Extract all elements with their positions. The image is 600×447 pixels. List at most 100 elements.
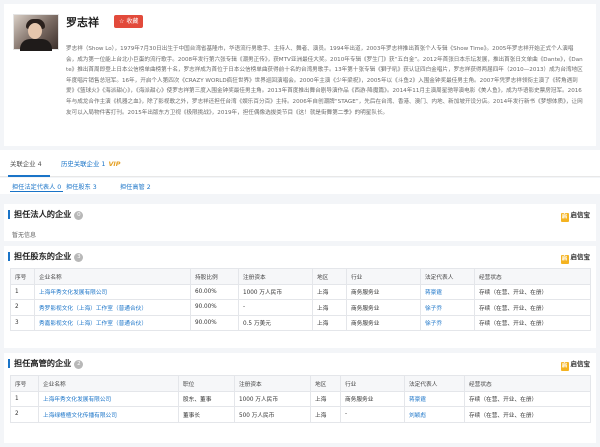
section-header: 担任高管的企业 2 启启信宝 [4,353,596,373]
region: 上海 [310,390,341,407]
region: 上海 [312,283,347,300]
active-tab-indicator [8,175,50,177]
person-bio: 罗志祥（Show Lo），1979年7月30日出生于中国台湾省基隆市，华语流行男… [66,46,583,116]
column-header: 职位 [178,375,235,392]
table-header-row: 序号 企业名称 持股比例 注册资本 地区 行业 法定代表人 经营状态 [10,268,591,285]
tab-history-companies[interactable]: 历史关联企业 1 VIP [61,159,120,168]
count-badge: 2 [74,360,84,369]
region: 上海 [312,299,347,316]
vip-badge: VIP [108,160,121,168]
column-header: 序号 [10,268,35,285]
count-badge: 0 [74,211,84,220]
executive-section: 担任高管的企业 2 启启信宝 序号 企业名称 职位 注册资本 地区 行业 法定代表… [4,353,596,443]
share-ratio: 60.00% [190,283,239,300]
row-index: 2 [10,299,35,316]
tab-related-companies[interactable]: 关联企业 4 [10,159,42,168]
legal-rep-link[interactable]: 蒋豪霆 [404,390,465,407]
legal-rep-link[interactable]: 徐子乔 [420,299,475,316]
industry: 商务服务业 [346,299,421,316]
table-row: 3 秀嘉影视文化（上海）工作室（普通合伙） 90.00% 0.5 万美元 上海 … [10,314,591,331]
column-header: 行业 [346,268,421,285]
share-ratio: 90.00% [190,299,239,316]
section-title-text: 担任高管的企业 [14,358,72,368]
table-row: 2 上海绿楂楂文化传播有限公司 董事长 500 万人民币 上海 - 刘颖彪 存续… [10,406,591,423]
row-index: 1 [10,390,39,407]
row-index: 3 [10,314,35,331]
brand-label: 启信宝 [570,211,591,219]
column-header: 经营状态 [474,268,591,285]
legal-rep-link[interactable]: 徐子乔 [420,314,475,331]
industry: 商务服务业 [340,390,405,407]
favorite-label: 收藏 [126,18,139,25]
shareholder-table: 序号 企业名称 持股比例 注册资本 地区 行业 法定代表人 经营状态 1 上海年… [10,268,591,331]
qixinbao-logo: 启启信宝 [560,251,591,264]
column-header: 企业名称 [38,375,179,392]
business-status: 存续（在营、开业、在册） [474,299,591,316]
company-link[interactable]: 秀嘉影视文化（上海）工作室（普通合伙） [34,314,191,331]
qixinbao-logo: 启启信宝 [560,209,591,222]
column-header: 序号 [10,375,39,392]
row-index: 2 [10,406,39,423]
section-title-text: 担任股东的企业 [14,251,72,261]
section-title: 担任法人的企业 0 [14,208,84,220]
registered-capital: 1000 万人民币 [234,390,311,407]
legal-rep-link[interactable]: 刘颖彪 [404,406,465,423]
section-marker [8,210,10,219]
page: 罗志祥 ☆ 收藏 罗志祥（Show Lo），1979年7月30日出生于中国台湾省基… [0,0,600,447]
person-name: 罗志祥 [66,16,99,29]
legal-rep-link[interactable]: 蒋豪霆 [420,283,475,300]
qixinbao-logo-icon: 启 [560,362,569,371]
registered-capital: 0.5 万美元 [238,314,313,331]
section-title: 担任高管的企业 2 [14,357,84,369]
company-link[interactable]: 上海年秀文化发展有限公司 [38,390,179,407]
row-index: 1 [10,283,35,300]
region: 上海 [312,314,347,331]
column-header: 经营状态 [464,375,591,392]
industry: 商务服务业 [346,283,421,300]
qixinbao-logo: 启启信宝 [560,358,591,371]
section-marker [8,252,10,261]
region: 上海 [310,406,341,423]
table-header-row: 序号 企业名称 职位 注册资本 地区 行业 法定代表人 经营状态 [10,375,591,392]
section-header: 担任股东的企业 3 启启信宝 [4,246,596,266]
count-badge: 3 [74,253,84,262]
star-icon: ☆ [119,18,125,25]
executive-table: 序号 企业名称 职位 注册资本 地区 行业 法定代表人 经营状态 1 上海年秀文… [10,375,591,423]
subtab-shareholder[interactable]: 担任股东 3 [66,182,97,191]
business-status: 存续（在营、开业、在册） [474,314,591,331]
qixinbao-logo-icon: 启 [560,213,569,222]
empty-state: 暂无信息 [12,232,37,239]
favorite-button[interactable]: ☆ 收藏 [114,15,144,28]
legal-rep-section: 担任法人的企业 0 启启信宝 暂无信息 [4,204,596,241]
industry: - [340,406,405,423]
qixinbao-logo-icon: 启 [560,255,569,264]
section-title: 担任股东的企业 3 [14,250,84,262]
registered-capital: 1000 万人民币 [238,283,313,300]
company-link[interactable]: 上海绿楂楂文化传播有限公司 [38,406,179,423]
table-row: 2 秀罗影视文化（上海）工作室（普通合伙） 90.00% - 上海 商务服务业 … [10,299,591,316]
table-row: 1 上海年秀文化发展有限公司 股东、董事 1000 万人民币 上海 商务服务业 … [10,390,591,407]
brand-label: 启信宝 [570,253,591,261]
shareholder-section: 担任股东的企业 3 启启信宝 序号 企业名称 持股比例 注册资本 地区 行业 法定… [4,246,596,348]
business-status: 存续（在营、开业、在册） [464,406,591,423]
company-link[interactable]: 上海年秀文化发展有限公司 [34,283,191,300]
position: 股东、董事 [178,390,235,407]
company-link[interactable]: 秀罗影视文化（上海）工作室（普通合伙） [34,299,191,316]
column-header: 企业名称 [34,268,191,285]
section-title-text: 担任法人的企业 [14,209,72,219]
role-filter-tabs: 担任法定代表人 0 担任股东 3 担任高管 2 [0,178,600,194]
industry: 商务服务业 [346,314,421,331]
relation-tabs: 关联企业 4 历史关联企业 1 VIP [0,150,600,177]
business-status: 存续（在营、开业、在册） [474,283,591,300]
column-header: 法定代表人 [404,375,465,392]
tab-history-label: 历史关联企业 1 [61,160,106,168]
subtab-legal-rep[interactable]: 担任法定代表人 0 [10,182,64,192]
section-header: 担任法人的企业 0 启启信宝 [4,204,596,224]
share-ratio: 90.00% [190,314,239,331]
person-profile-card: 罗志祥 ☆ 收藏 罗志祥（Show Lo），1979年7月30日出生于中国台湾省基… [4,4,596,146]
column-header: 注册资本 [238,268,313,285]
brand-label: 启信宝 [570,360,591,368]
subtab-executive[interactable]: 担任高管 2 [120,182,151,191]
avatar [13,14,59,51]
section-marker [8,359,10,368]
